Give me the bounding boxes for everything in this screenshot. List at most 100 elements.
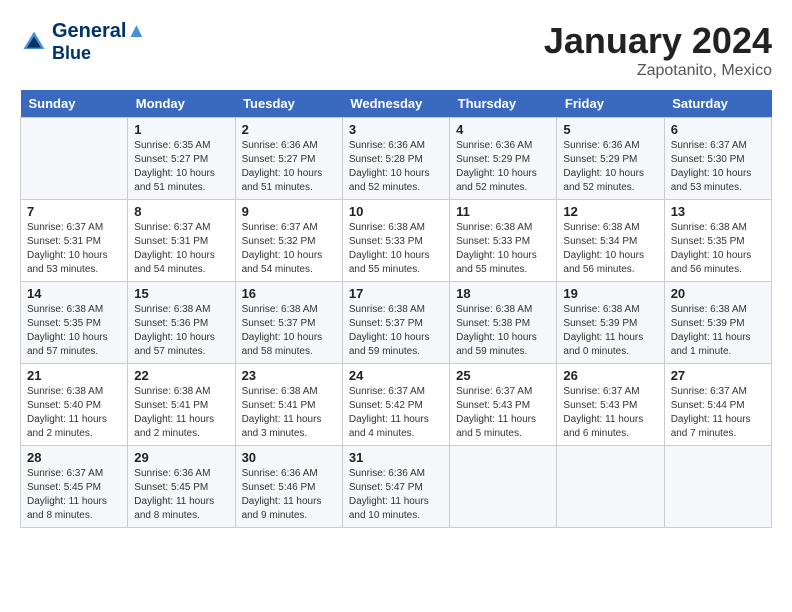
day-number: 5 bbox=[563, 122, 657, 137]
week-row-0: 1Sunrise: 6:35 AMSunset: 5:27 PMDaylight… bbox=[21, 118, 772, 200]
day-number: 20 bbox=[671, 286, 765, 301]
calendar-cell: 6 Sunrise: 6:37 AMSunset: 5:30 PMDaylight… bbox=[664, 118, 771, 200]
day-number: 16 bbox=[242, 286, 336, 301]
day-info: Sunrise: 6:38 AMSunset: 5:35 PMDaylight:… bbox=[671, 221, 765, 277]
weekday-header-row: SundayMondayTuesdayWednesdayThursdayFrid… bbox=[21, 90, 772, 118]
day-number: 15 bbox=[134, 286, 228, 301]
day-info: Sunrise: 6:38 AMSunset: 5:39 PMDaylight:… bbox=[563, 303, 657, 359]
calendar-cell: 23 Sunrise: 6:38 AMSunset: 5:41 PMDayligh… bbox=[235, 364, 342, 446]
day-number: 22 bbox=[134, 368, 228, 383]
week-row-4: 28Sunrise: 6:37 AMSunset: 5:45 PMDayligh… bbox=[21, 446, 772, 528]
calendar-cell: 24 Sunrise: 6:37 AMSunset: 5:42 PMDayligh… bbox=[342, 364, 449, 446]
calendar-cell: 29 Sunrise: 6:36 AMSunset: 5:45 PMDayligh… bbox=[128, 446, 235, 528]
day-number: 25 bbox=[456, 368, 550, 383]
day-number: 7 bbox=[27, 204, 121, 219]
calendar-cell bbox=[450, 446, 557, 528]
weekday-header-thursday: Thursday bbox=[450, 90, 557, 118]
logo-icon bbox=[20, 28, 48, 56]
day-info: Sunrise: 6:38 AMSunset: 5:41 PMDaylight:… bbox=[134, 385, 228, 441]
day-number: 11 bbox=[456, 204, 550, 219]
day-number: 24 bbox=[349, 368, 443, 383]
calendar-cell: 30 Sunrise: 6:36 AMSunset: 5:46 PMDayligh… bbox=[235, 446, 342, 528]
day-number: 13 bbox=[671, 204, 765, 219]
calendar-cell: 18 Sunrise: 6:38 AMSunset: 5:38 PMDayligh… bbox=[450, 282, 557, 364]
day-number: 3 bbox=[349, 122, 443, 137]
calendar-cell: 28Sunrise: 6:37 AMSunset: 5:45 PMDayligh… bbox=[21, 446, 128, 528]
day-info: Sunrise: 6:38 AMSunset: 5:41 PMDaylight:… bbox=[242, 385, 336, 441]
day-number: 18 bbox=[456, 286, 550, 301]
day-info: Sunrise: 6:37 AMSunset: 5:31 PMDaylight:… bbox=[27, 221, 121, 277]
day-number: 17 bbox=[349, 286, 443, 301]
day-info: Sunrise: 6:36 AMSunset: 5:45 PMDaylight:… bbox=[134, 467, 228, 523]
day-number: 23 bbox=[242, 368, 336, 383]
day-info: Sunrise: 6:38 AMSunset: 5:33 PMDaylight:… bbox=[349, 221, 443, 277]
day-number: 19 bbox=[563, 286, 657, 301]
day-number: 26 bbox=[563, 368, 657, 383]
calendar-cell: 13 Sunrise: 6:38 AMSunset: 5:35 PMDayligh… bbox=[664, 200, 771, 282]
day-number: 4 bbox=[456, 122, 550, 137]
location-subtitle: Zapotanito, Mexico bbox=[544, 62, 772, 80]
weekday-header-friday: Friday bbox=[557, 90, 664, 118]
day-number: 12 bbox=[563, 204, 657, 219]
calendar-cell: 8 Sunrise: 6:37 AMSunset: 5:31 PMDaylight… bbox=[128, 200, 235, 282]
month-title: January 2024 bbox=[544, 20, 772, 62]
day-info: Sunrise: 6:37 AMSunset: 5:31 PMDaylight:… bbox=[134, 221, 228, 277]
day-number: 1 bbox=[134, 122, 228, 137]
calendar-cell: 17 Sunrise: 6:38 AMSunset: 5:37 PMDayligh… bbox=[342, 282, 449, 364]
calendar-cell: 22 Sunrise: 6:38 AMSunset: 5:41 PMDayligh… bbox=[128, 364, 235, 446]
day-info: Sunrise: 6:37 AMSunset: 5:43 PMDaylight:… bbox=[456, 385, 550, 441]
day-info: Sunrise: 6:38 AMSunset: 5:38 PMDaylight:… bbox=[456, 303, 550, 359]
day-info: Sunrise: 6:38 AMSunset: 5:37 PMDaylight:… bbox=[242, 303, 336, 359]
logo-text: General▲ Blue bbox=[52, 20, 146, 64]
calendar-cell: 4 Sunrise: 6:36 AMSunset: 5:29 PMDaylight… bbox=[450, 118, 557, 200]
day-info: Sunrise: 6:36 AMSunset: 5:29 PMDaylight:… bbox=[563, 139, 657, 195]
day-number: 2 bbox=[242, 122, 336, 137]
calendar-cell: 26 Sunrise: 6:37 AMSunset: 5:43 PMDayligh… bbox=[557, 364, 664, 446]
calendar-cell bbox=[557, 446, 664, 528]
calendar-cell: 10 Sunrise: 6:38 AMSunset: 5:33 PMDayligh… bbox=[342, 200, 449, 282]
day-info: Sunrise: 6:37 AMSunset: 5:42 PMDaylight:… bbox=[349, 385, 443, 441]
calendar-cell: 21 Sunrise: 6:38 AMSunset: 5:40 PMDayligh… bbox=[21, 364, 128, 446]
calendar-cell: 9 Sunrise: 6:37 AMSunset: 5:32 PMDaylight… bbox=[235, 200, 342, 282]
calendar-cell: 5 Sunrise: 6:36 AMSunset: 5:29 PMDaylight… bbox=[557, 118, 664, 200]
weekday-header-monday: Monday bbox=[128, 90, 235, 118]
day-number: 28 bbox=[27, 450, 121, 465]
calendar-cell: 11 Sunrise: 6:38 AMSunset: 5:33 PMDayligh… bbox=[450, 200, 557, 282]
week-row-2: 14Sunrise: 6:38 AMSunset: 5:35 PMDayligh… bbox=[21, 282, 772, 364]
day-info: Sunrise: 6:36 AMSunset: 5:27 PMDaylight:… bbox=[242, 139, 336, 195]
day-info: Sunrise: 6:37 AMSunset: 5:30 PMDaylight:… bbox=[671, 139, 765, 195]
day-info: Sunrise: 6:38 AMSunset: 5:40 PMDaylight:… bbox=[27, 385, 121, 441]
day-info: Sunrise: 6:38 AMSunset: 5:36 PMDaylight:… bbox=[134, 303, 228, 359]
weekday-header-wednesday: Wednesday bbox=[342, 90, 449, 118]
weekday-header-tuesday: Tuesday bbox=[235, 90, 342, 118]
day-number: 30 bbox=[242, 450, 336, 465]
day-number: 21 bbox=[27, 368, 121, 383]
calendar-cell: 15 Sunrise: 6:38 AMSunset: 5:36 PMDayligh… bbox=[128, 282, 235, 364]
day-info: Sunrise: 6:37 AMSunset: 5:43 PMDaylight:… bbox=[563, 385, 657, 441]
day-number: 6 bbox=[671, 122, 765, 137]
day-number: 8 bbox=[134, 204, 228, 219]
calendar-cell bbox=[664, 446, 771, 528]
calendar-cell: 16 Sunrise: 6:38 AMSunset: 5:37 PMDayligh… bbox=[235, 282, 342, 364]
calendar-cell: 27Sunrise: 6:37 AMSunset: 5:44 PMDayligh… bbox=[664, 364, 771, 446]
title-section: January 2024 Zapotanito, Mexico bbox=[544, 20, 772, 80]
calendar-cell: 19 Sunrise: 6:38 AMSunset: 5:39 PMDayligh… bbox=[557, 282, 664, 364]
day-number: 31 bbox=[349, 450, 443, 465]
day-info: Sunrise: 6:37 AMSunset: 5:32 PMDaylight:… bbox=[242, 221, 336, 277]
day-number: 10 bbox=[349, 204, 443, 219]
day-info: Sunrise: 6:36 AMSunset: 5:28 PMDaylight:… bbox=[349, 139, 443, 195]
day-info: Sunrise: 6:38 AMSunset: 5:39 PMDaylight:… bbox=[671, 303, 765, 359]
day-number: 29 bbox=[134, 450, 228, 465]
day-info: Sunrise: 6:38 AMSunset: 5:37 PMDaylight:… bbox=[349, 303, 443, 359]
calendar-cell: 2 Sunrise: 6:36 AMSunset: 5:27 PMDaylight… bbox=[235, 118, 342, 200]
day-number: 9 bbox=[242, 204, 336, 219]
day-number: 27 bbox=[671, 368, 765, 383]
day-info: Sunrise: 6:38 AMSunset: 5:33 PMDaylight:… bbox=[456, 221, 550, 277]
day-info: Sunrise: 6:38 AMSunset: 5:34 PMDaylight:… bbox=[563, 221, 657, 277]
calendar-cell bbox=[21, 118, 128, 200]
calendar-cell: 3 Sunrise: 6:36 AMSunset: 5:28 PMDaylight… bbox=[342, 118, 449, 200]
week-row-3: 21 Sunrise: 6:38 AMSunset: 5:40 PMDayligh… bbox=[21, 364, 772, 446]
calendar-cell: 7 Sunrise: 6:37 AMSunset: 5:31 PMDaylight… bbox=[21, 200, 128, 282]
day-info: Sunrise: 6:36 AMSunset: 5:46 PMDaylight:… bbox=[242, 467, 336, 523]
day-info: Sunrise: 6:36 AMSunset: 5:29 PMDaylight:… bbox=[456, 139, 550, 195]
